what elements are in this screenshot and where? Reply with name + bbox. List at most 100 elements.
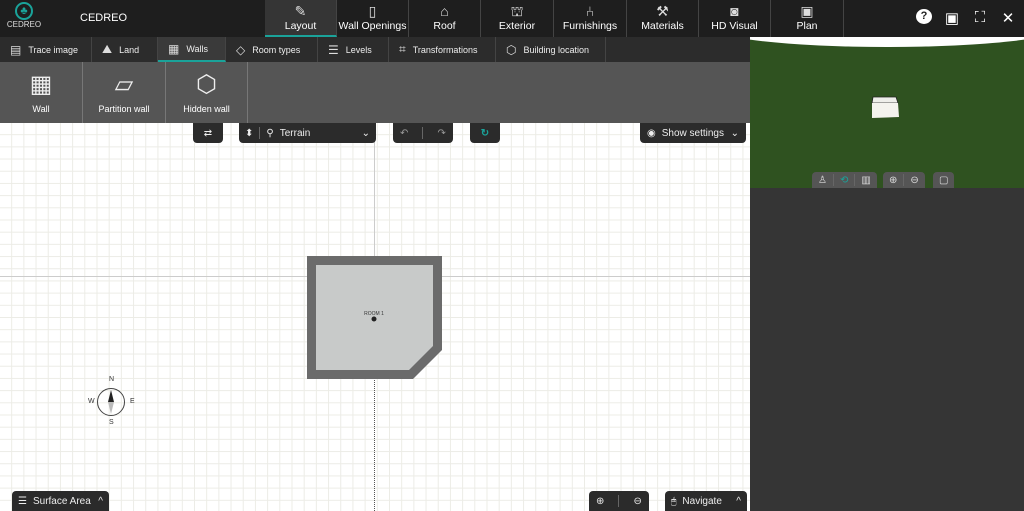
tab-label: Exterior — [498, 20, 536, 32]
tab-label: Materials — [641, 20, 684, 32]
tool-wall[interactable]: ▦ Wall — [0, 62, 83, 123]
axis-vertical-top — [374, 123, 375, 276]
sub-toolbar: ▤ Trace image ⛰ Land ▦ Walls ◇ Room types ☰ Level… — [0, 37, 750, 62]
subtab-icon: ⛰ — [102, 42, 113, 56]
subtab-levels[interactable]: ☰ Levels — [318, 37, 389, 62]
surface-area-label: Surface Area — [32, 495, 91, 507]
zoom-controls: ⊕ ⊖ — [589, 491, 649, 511]
tab-plan[interactable]: ▣ Plan — [771, 0, 844, 37]
chevron-up-icon: ^ — [736, 495, 741, 507]
compass-west: W — [88, 398, 95, 405]
partition-wall-icon: ▱ — [114, 70, 134, 98]
level-arrows-icon[interactable]: ⬍ — [245, 128, 253, 139]
right-panel: ♙ ⟲ ▥ ⊕ ⊖ ▢ — [750, 37, 1024, 511]
undo-button[interactable]: ↶ — [400, 128, 408, 139]
zoom-out-button[interactable]: ⊖ — [634, 496, 642, 507]
undo-redo: ↶ ↷ — [393, 123, 453, 143]
top-bar: ♣ CEDREO CEDREO ✎ Layout ▯ Wall Openings ⌂ Roo… — [0, 0, 1024, 37]
chevron-down-icon: ⌄ — [361, 127, 370, 139]
subtab-icon: ◇ — [236, 42, 246, 57]
paint-roller-icon: ⚒ — [656, 3, 669, 19]
tab-furnishings[interactable]: ⑃ Furnishings — [554, 0, 627, 37]
tab-exterior[interactable]: ⛫ Exterior — [481, 0, 554, 37]
subtab-label: Transformations — [412, 44, 478, 55]
tab-wall-openings[interactable]: ▯ Wall Openings — [337, 0, 409, 37]
subtab-label: Trace image — [28, 44, 79, 55]
save-icon[interactable]: ▣ — [944, 9, 960, 27]
cedreo-logo: ♣ CEDREO — [6, 2, 42, 36]
terrain-icon: ⚲ — [266, 127, 274, 139]
subtab-walls[interactable]: ▦ Walls — [158, 37, 226, 62]
subtab-label: Walls — [186, 43, 209, 54]
help-icon[interactable]: ? — [916, 9, 932, 24]
tab-label: Layout — [284, 20, 317, 32]
chevron-down-icon: ⌄ — [730, 127, 739, 139]
tool-label: Hidden wall — [183, 103, 230, 114]
person-view-icon[interactable]: ♙ — [818, 175, 827, 186]
subtab-building-location[interactable]: ⬡ Building location — [496, 37, 606, 62]
3d-house — [871, 96, 899, 118]
tab-materials[interactable]: ⚒ Materials — [627, 0, 699, 37]
subtab-icon: ☰ — [328, 42, 339, 57]
exterior-icon: ⛫ — [510, 3, 524, 19]
door-icon: ▯ — [368, 3, 377, 19]
3d-zoom-in-icon[interactable]: ⊕ — [889, 175, 897, 186]
eye-icon: ◉ — [647, 127, 656, 139]
subtab-label: Land — [119, 44, 140, 55]
tab-label: HD Visual — [711, 20, 758, 32]
fullscreen-icon[interactable]: ⛶ — [972, 9, 988, 27]
tab-label: Furnishings — [562, 20, 618, 32]
tool-label: Partition wall — [98, 103, 150, 114]
camera-icon: ◙ — [730, 3, 739, 19]
tool-panel: ▦ Wall ▱ Partition wall ⬡ Hidden wall — [0, 62, 750, 123]
plan-view-icon[interactable]: ▥ — [861, 175, 870, 186]
zoom-in-button[interactable]: ⊕ — [596, 496, 604, 507]
tool-partition-wall[interactable]: ▱ Partition wall — [83, 62, 166, 123]
room-1[interactable]: ROOM 1 — [306, 255, 444, 381]
subtab-land[interactable]: ⛰ Land — [92, 37, 158, 62]
room-label: ROOM 1 — [364, 311, 384, 317]
close-icon[interactable]: ✕ — [1000, 9, 1016, 27]
mouse-icon: 🖱 — [671, 495, 677, 506]
subtab-label: Room types — [252, 44, 301, 55]
surface-area-button[interactable]: ☰ Surface Area ^ — [12, 491, 109, 511]
3d-view[interactable]: ♙ ⟲ ▥ ⊕ ⊖ ▢ — [750, 37, 1024, 188]
plan-canvas[interactable]: ROOM 1 ⇄ ⬍ ⚲ Terrain ⌄ ↶ ↷ ↻ ◉ Show settin… — [0, 123, 750, 511]
tab-label: Wall Openings — [338, 20, 407, 32]
subtab-trace-image[interactable]: ▤ Trace image — [0, 37, 92, 62]
armchair-icon: ⑃ — [585, 3, 595, 19]
tab-label: Plan — [796, 20, 818, 32]
chevron-up-icon: ^ — [98, 495, 103, 507]
subtab-icon: ⌗ — [399, 42, 406, 56]
tab-roof[interactable]: ⌂ Roof — [409, 0, 481, 37]
navigate-label: Navigate — [682, 495, 722, 507]
pencil-icon: ✎ — [294, 3, 307, 19]
3d-zoom-out-icon[interactable]: ⊖ — [910, 175, 918, 186]
subtab-icon: ▦ — [168, 41, 180, 56]
hidden-wall-icon: ⬡ — [196, 70, 217, 98]
compass-east: E — [130, 398, 135, 405]
plan-icon: ▣ — [800, 3, 814, 19]
tab-label: Roof — [433, 20, 456, 32]
subtab-icon: ⬡ — [506, 42, 517, 57]
subtab-label: Levels — [345, 44, 372, 55]
compass-north: N — [109, 376, 115, 383]
room-handle[interactable] — [371, 316, 377, 322]
level-value: Terrain — [279, 127, 311, 139]
magnet-button[interactable]: ↻ — [470, 123, 500, 143]
tool-hidden-wall[interactable]: ⬡ Hidden wall — [166, 62, 248, 123]
compass-south: S — [109, 419, 114, 426]
show-settings-button[interactable]: ◉ Show settings ⌄ — [640, 123, 746, 143]
redo-button[interactable]: ↷ — [438, 128, 446, 139]
3d-mouse-icon[interactable]: ▢ — [939, 175, 948, 186]
tab-hd-visual[interactable]: ◙ HD Visual — [699, 0, 771, 37]
subtab-room-types[interactable]: ◇ Room types — [226, 37, 318, 62]
project-name: CEDREO — [80, 12, 128, 24]
swap-button[interactable]: ⇄ — [193, 123, 223, 143]
subtab-transformations[interactable]: ⌗ Transformations — [389, 37, 496, 62]
level-selector[interactable]: ⬍ ⚲ Terrain ⌄ — [239, 123, 376, 143]
orbit-view-icon[interactable]: ⟲ — [840, 175, 848, 186]
navigate-button[interactable]: 🖱 Navigate ^ — [665, 491, 747, 511]
tab-layout[interactable]: ✎ Layout — [265, 0, 337, 37]
tool-label: Wall — [32, 103, 50, 114]
